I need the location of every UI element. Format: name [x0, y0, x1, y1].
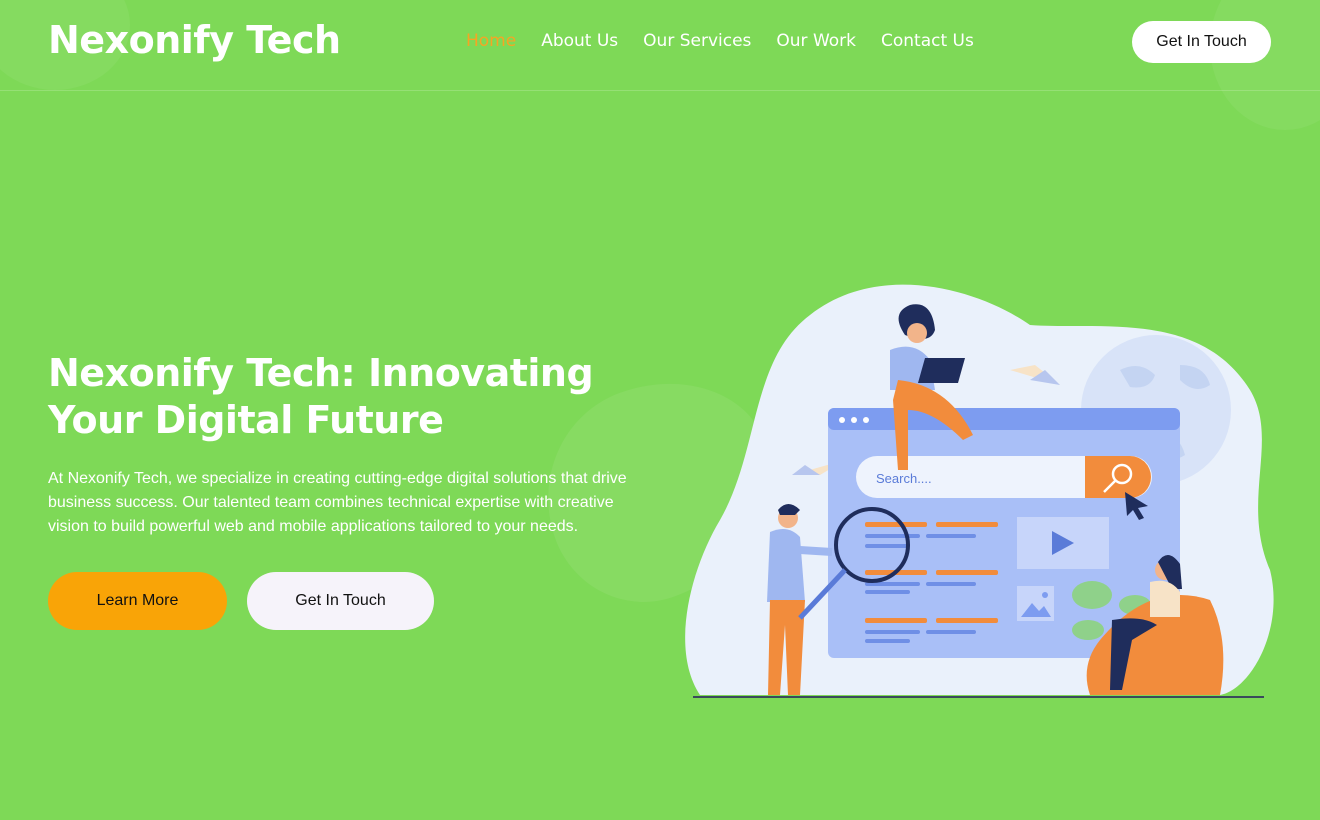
- nav-item-about-us[interactable]: About Us: [541, 31, 618, 51]
- nav-item-home[interactable]: Home: [466, 31, 516, 51]
- nav-item-contact-us[interactable]: Contact Us: [881, 31, 974, 51]
- site-header: Nexonify Tech Home About Us Our Services…: [0, 0, 1320, 91]
- header-get-in-touch-button[interactable]: Get In Touch: [1132, 21, 1271, 63]
- hero-title: Nexonify Tech: Innovating Your Digital F…: [48, 351, 594, 442]
- hero-description: At Nexonify Tech, we specialize in creat…: [48, 470, 627, 535]
- main-nav: Home About Us Our Services Our Work Cont…: [466, 31, 974, 51]
- nav-item-our-work[interactable]: Our Work: [776, 31, 856, 51]
- browser-titlebar: [828, 408, 1180, 430]
- image-icon: [1017, 586, 1054, 621]
- get-in-touch-button[interactable]: Get In Touch: [247, 572, 434, 630]
- nav-item-our-services[interactable]: Our Services: [643, 31, 751, 51]
- illustration-search-placeholder: Search....: [876, 471, 932, 486]
- brand-logo[interactable]: Nexonify Tech: [48, 18, 341, 62]
- hero-illustration: Search....: [685, 284, 1274, 698]
- learn-more-button[interactable]: Learn More: [48, 572, 227, 630]
